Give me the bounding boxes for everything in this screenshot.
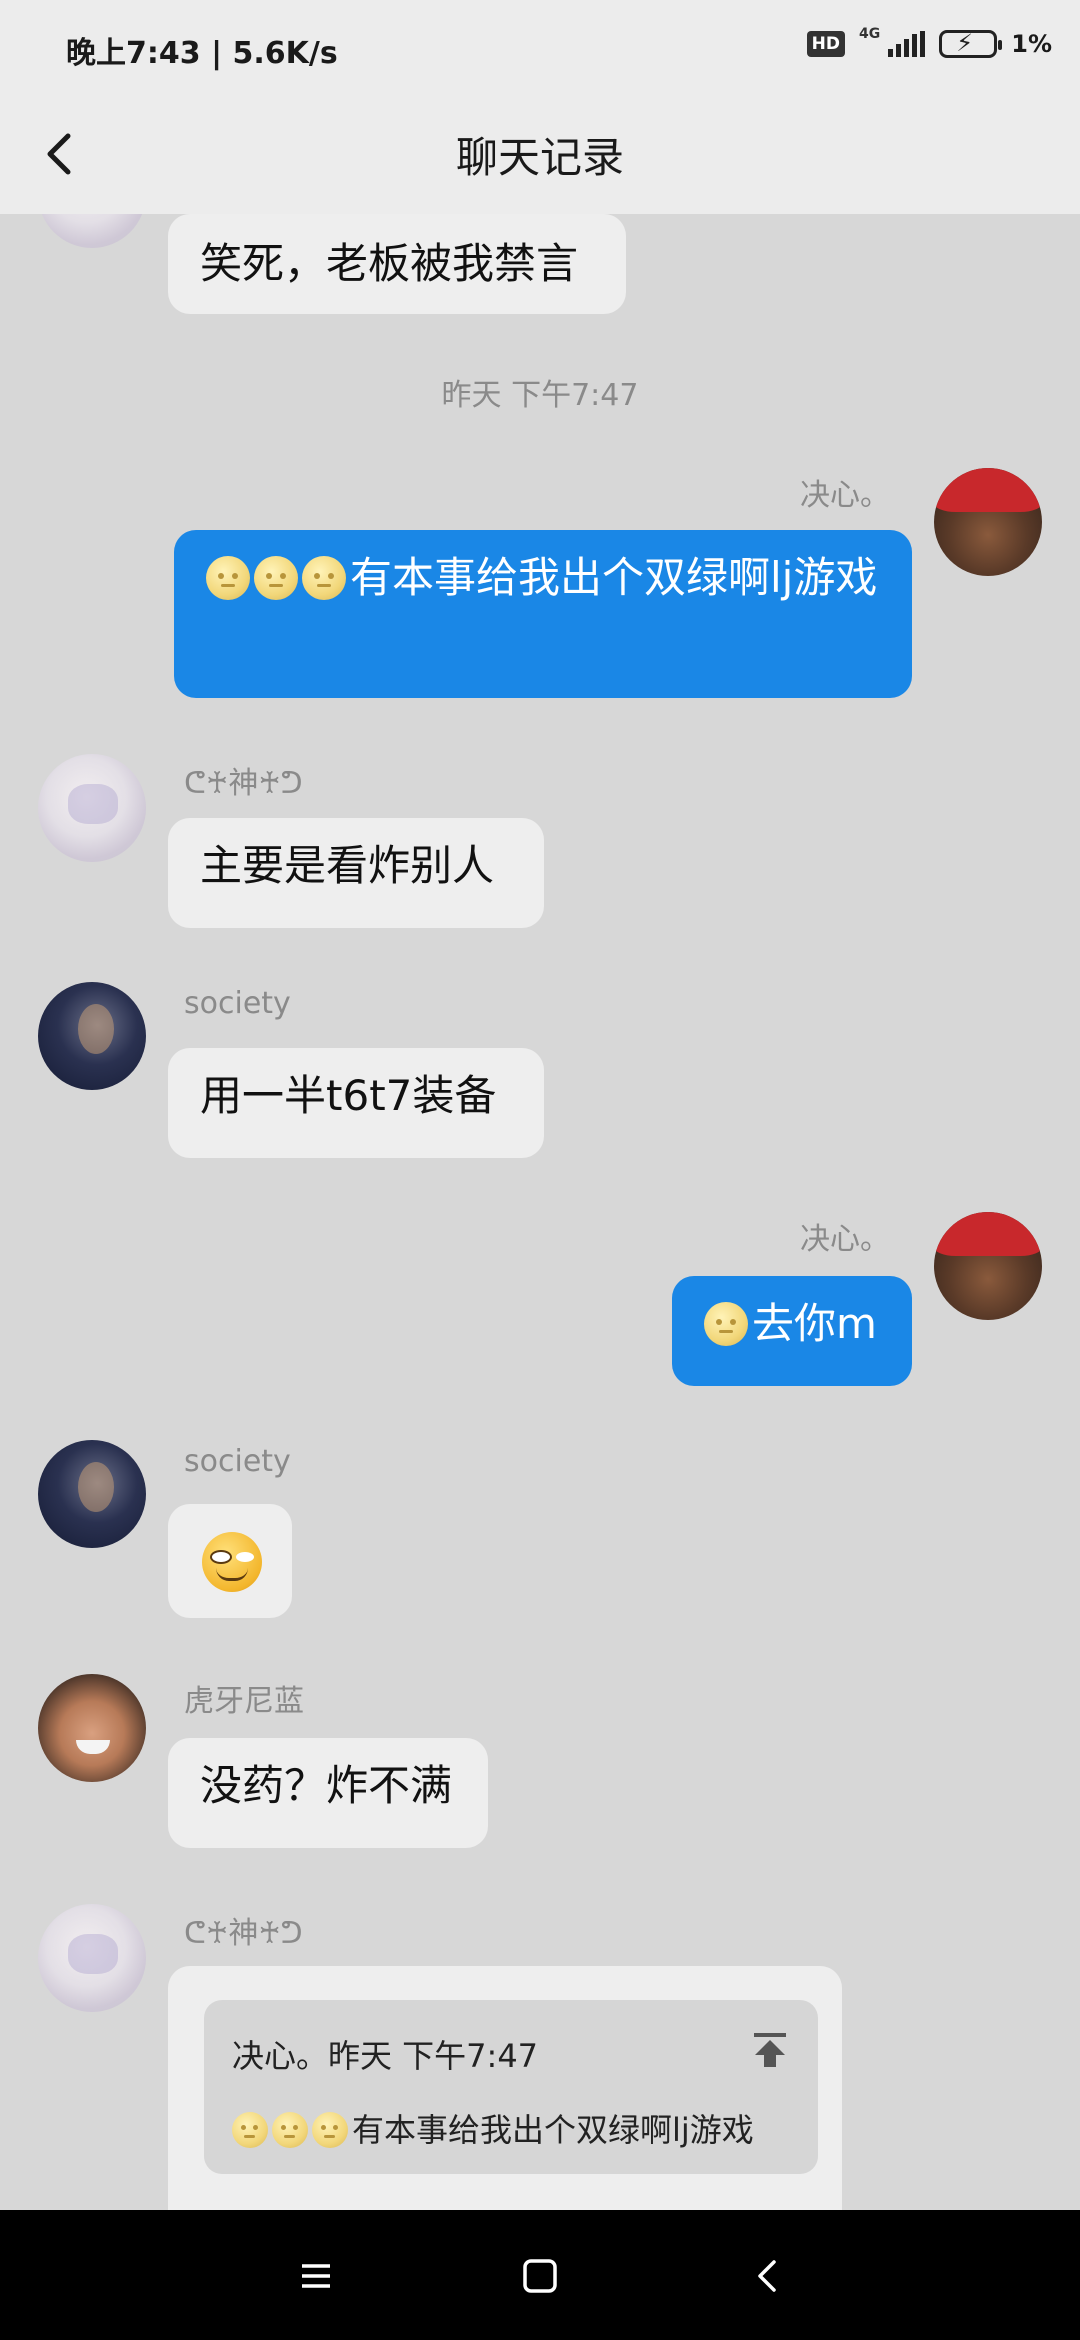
signal-icon	[888, 31, 926, 57]
network-type: 4G	[859, 26, 881, 42]
moon-emoji-icon	[704, 1302, 748, 1346]
message-text: 笑死，老板被我禁言	[200, 239, 579, 288]
status-icons: HD 4G ⚡ 1%	[806, 26, 1052, 58]
avatar[interactable]	[38, 1674, 146, 1782]
moon-emoji-icon	[312, 2112, 348, 2148]
title-bar: 聊天记录	[0, 96, 1080, 214]
avatar[interactable]	[38, 1440, 146, 1548]
message-text: 去你m	[752, 1299, 877, 1348]
message-text: 有本事给我出个双绿啊lj游戏	[350, 553, 878, 602]
battery-icon: ⚡	[939, 29, 1003, 58]
quote-header: 决心。昨天 下午7:47	[232, 2037, 539, 2075]
navigation-bar	[0, 2210, 1080, 2340]
message-bubble[interactable]: 有本事给我出个双绿啊lj游戏	[174, 530, 912, 698]
sender-name: ᕦ♰神♰ᕤ	[184, 1916, 303, 1951]
avatar[interactable]	[38, 754, 146, 862]
avatar[interactable]	[934, 1212, 1042, 1320]
moon-emoji-icon	[272, 2112, 308, 2148]
message-text: 没药？炸不满	[200, 1761, 453, 1810]
home-icon[interactable]	[518, 2254, 562, 2298]
message-bubble[interactable]: 去你m	[672, 1276, 912, 1386]
message-bubble[interactable]: 主要是看炸别人	[168, 818, 544, 928]
message-bubble[interactable]	[168, 1504, 292, 1618]
sender-name: society	[184, 1444, 291, 1479]
battery-percent: 1%	[1011, 30, 1052, 58]
quoted-message[interactable]: 决心。昨天 下午7:47 有本事给我出个双绿啊lj游戏	[204, 2000, 818, 2174]
scroll-to-message-icon[interactable]	[750, 2030, 790, 2070]
sender-name: society	[184, 986, 291, 1021]
message-bubble[interactable]: 用一半t6t7装备	[168, 1048, 544, 1158]
menu-icon[interactable]	[294, 2254, 338, 2298]
quote-text: 有本事给我出个双绿啊lj游戏	[232, 2100, 754, 2160]
moon-emoji-icon	[254, 556, 298, 600]
avatar[interactable]	[38, 214, 146, 248]
message-bubble[interactable]: 决心。昨天 下午7:47 有本事给我出个双绿啊lj游戏	[168, 1966, 842, 2210]
sender-name: 虎牙尼蓝	[184, 1684, 304, 1719]
sender-name: 决心。	[800, 478, 890, 513]
back-icon[interactable]	[746, 2254, 790, 2298]
page-title: 聊天记录	[455, 133, 624, 182]
message-text: 主要是看炸别人	[200, 841, 495, 890]
moon-emoji-icon	[206, 556, 250, 600]
status-bar: 晚上7:43 | 5.6K/s HD 4G ⚡ 1%	[0, 0, 1080, 96]
sender-name: 决心。	[800, 1222, 890, 1257]
avatar[interactable]	[934, 468, 1042, 576]
moon-emoji-icon	[232, 2112, 268, 2148]
chat-history[interactable]: 笑死，老板被我禁言 昨天 下午7:47 决心。 有本事给我出个双绿啊lj游戏 ᕦ…	[0, 214, 1080, 2210]
message-text: 用一半t6t7装备	[200, 1071, 497, 1120]
moon-emoji-icon	[302, 556, 346, 600]
status-time: 晚上7:43 | 5.6K/s	[66, 36, 338, 71]
smirk-emoji-icon	[202, 1532, 262, 1592]
quote-text-content: 有本事给我出个双绿啊lj游戏	[352, 2111, 754, 2149]
hd-icon: HD	[806, 31, 846, 57]
avatar[interactable]	[38, 982, 146, 1090]
message-timestamp: 昨天 下午7:47	[441, 378, 639, 413]
message-bubble[interactable]: 笑死，老板被我禁言	[168, 214, 626, 314]
avatar[interactable]	[38, 1904, 146, 2012]
message-bubble[interactable]: 没药？炸不满	[168, 1738, 488, 1848]
sender-name: ᕦ♰神♰ᕤ	[184, 766, 303, 801]
